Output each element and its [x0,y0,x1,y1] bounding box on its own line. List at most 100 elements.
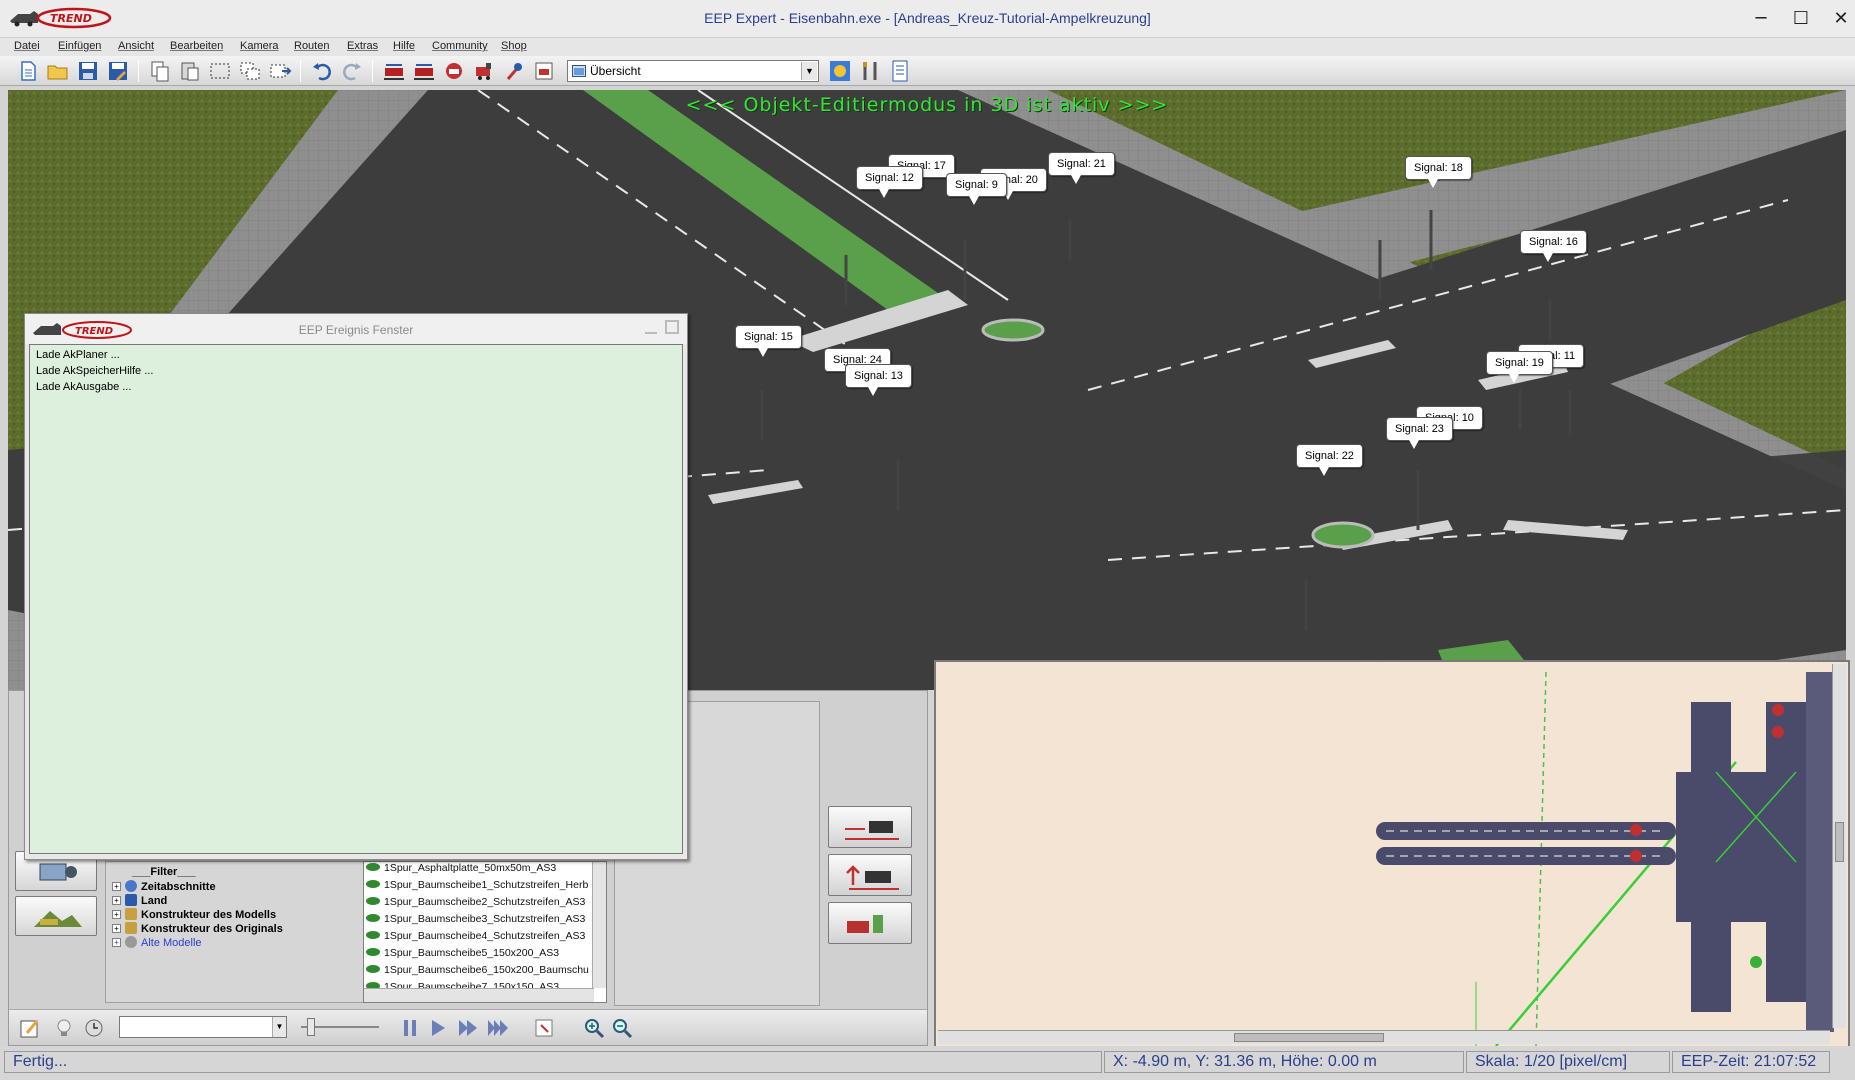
clock-icon [125,880,137,892]
window-title: EEP Expert - Eisenbahn.exe - [Andreas_Kr… [704,10,1151,26]
clock-icon[interactable] [83,1017,105,1039]
pause-icon[interactable] [399,1017,421,1039]
event-minimize-button[interactable] [645,322,657,334]
screenshot-icon[interactable] [533,1017,555,1039]
open-folder-icon[interactable] [46,59,70,83]
export-icon[interactable] [532,59,556,83]
chevron-down-icon[interactable]: ▼ [272,1017,286,1037]
edit-mode-banner: <<< Objekt-Editiermodus in 3D ist aktiv … [685,94,1169,116]
list-item[interactable]: 1Spur_Baumscheibe4_Schutzstreifen_AS3 [366,930,585,947]
signal-label-12[interactable]: Signal: 12 [856,166,923,198]
menu-datei[interactable]: Datei [14,40,40,52]
close-button[interactable]: ✕ [1822,6,1855,32]
signal-label-15[interactable]: Signal: 15 [735,325,802,357]
minimize-button[interactable]: ─ [1742,6,1780,32]
chevron-down-icon[interactable]: ▼ [801,62,817,80]
menu-bearbeiten[interactable]: Bearbeiten [170,40,223,52]
model-list[interactable]: 1Spur_Asphaltplatte_50mx50m_AS3 1Spur_Ba… [363,861,607,1003]
paste-icon[interactable] [178,59,202,83]
move-icon[interactable] [268,59,292,83]
loco-icon[interactable] [472,59,496,83]
signal-label-19[interactable]: Signal: 19 [1486,351,1553,383]
menu-extras[interactable]: Extras [347,40,378,52]
view-icon [572,65,586,77]
landscape-icon [34,911,82,927]
menu-routen[interactable]: Routen [294,40,329,52]
new-file-icon[interactable] [16,59,40,83]
title-bar: TREND EEP Expert - Eisenbahn.exe - [Andr… [0,0,1855,38]
signal-label-13[interactable]: Signal: 13 [845,364,912,396]
multi-select-icon[interactable] [238,59,262,83]
event-window[interactable]: TREND EEP Ereignis Fenster Lade AkPlaner… [24,313,688,860]
fast-forward-icon[interactable] [457,1017,479,1039]
event-window-header[interactable]: TREND EEP Ereignis Fenster [25,314,687,344]
map-vscrollbar[interactable] [1832,664,1846,1028]
landscape-mode-button[interactable] [15,896,97,936]
loco-up-icon [846,865,899,890]
tree-item-alte-modelle[interactable]: + Alte Modelle [112,936,202,952]
list-item[interactable]: 1Spur_Baumscheibe5_150x200_AS3 [366,947,559,964]
event-maximize-button[interactable] [665,320,679,334]
train-route2-icon[interactable] [412,59,436,83]
rail-up-button[interactable] [828,854,912,896]
map-vscrollbar-thumb[interactable] [1835,822,1844,862]
menu-einfuegen[interactable]: Einfügen [58,40,101,52]
time-input[interactable]: ▼ [119,1016,287,1038]
toolbar-separator [300,60,301,82]
redo-icon[interactable] [340,59,364,83]
main-toolbar: Übersicht ▼ [0,56,1855,86]
tools-icon[interactable] [858,59,882,83]
toolbar-separator [138,60,139,82]
menu-shop[interactable]: Shop [501,40,527,52]
builder-icon [125,922,137,934]
signal-icon[interactable] [502,59,526,83]
gear-icon [125,936,137,948]
save-icon[interactable] [76,59,100,83]
save-as-icon[interactable] [106,59,130,83]
lua-icon[interactable] [888,59,912,83]
list-vscrollbar[interactable] [592,862,606,988]
view-select[interactable]: Übersicht ▼ [567,60,819,82]
speed-slider-handle[interactable] [307,1018,315,1036]
status-bar: Fertig... X: -4.90 m, Y: 31.36 m, Höhe: … [0,1046,1855,1080]
bulb-icon[interactable] [53,1017,75,1039]
signal-label-21[interactable]: Signal: 21 [1048,152,1115,184]
signal-label-16[interactable]: Signal: 16 [1520,230,1587,262]
event-log[interactable]: Lade AkPlaner ... Lade AkSpeicherHilfe .… [29,344,683,854]
menu-hilfe[interactable]: Hilfe [393,40,415,52]
signal-label-23[interactable]: Signal: 23 [1386,417,1453,449]
signal-label-22[interactable]: Signal: 22 [1296,444,1363,476]
list-item[interactable]: 1Spur_Baumscheibe3_Schutzstreifen_AS3 [366,913,585,930]
map-hscrollbar-thumb[interactable] [1234,1033,1384,1042]
log-line: Lade AkSpeicherHilfe ... [36,365,154,377]
category-tree[interactable]: ___Filter___ + Zeitabschnitte + Land + Kons… [105,861,367,1003]
select-rect-icon[interactable] [208,59,232,83]
menu-community[interactable]: Community [432,40,488,52]
weather-icon[interactable] [828,59,852,83]
train-route-icon[interactable] [382,59,406,83]
undo-icon[interactable] [310,59,334,83]
menu-kamera[interactable]: Kamera [240,40,279,52]
list-item[interactable]: 1Spur_Baumscheibe1_Schutzstreifen_Herb [366,879,588,896]
zoom-out-icon[interactable] [611,1017,633,1039]
copy-icon[interactable] [148,59,172,83]
maximize-button[interactable]: ☐ [1782,6,1820,32]
signal-label-18[interactable]: Signal: 18 [1405,156,1472,188]
loco-icon [845,821,899,840]
goods-button[interactable] [828,902,912,944]
list-hscrollbar[interactable] [364,988,594,1002]
fastest-forward-icon[interactable] [487,1017,509,1039]
list-item[interactable]: 1Spur_Baumscheibe2_Schutzstreifen_AS3 [366,896,585,913]
list-item[interactable]: 1Spur_Baumscheibe6_150x200_Baumschu [366,964,589,981]
menu-ansicht[interactable]: Ansicht [118,40,154,52]
track-plan [1376,671,1834,1046]
list-item[interactable]: 1Spur_Asphaltplatte_50mx50m_AS3 [366,862,556,879]
rail-action-button[interactable] [828,806,912,848]
play-icon[interactable] [427,1017,449,1039]
signal-label-9[interactable]: Signal: 9 [946,173,1007,205]
map-hscrollbar[interactable] [938,1030,1830,1044]
zoom-in-icon[interactable] [583,1017,605,1039]
edit-icon[interactable] [19,1017,41,1039]
train-edit-icon[interactable] [442,59,466,83]
2d-map-view[interactable] [934,660,1850,1048]
